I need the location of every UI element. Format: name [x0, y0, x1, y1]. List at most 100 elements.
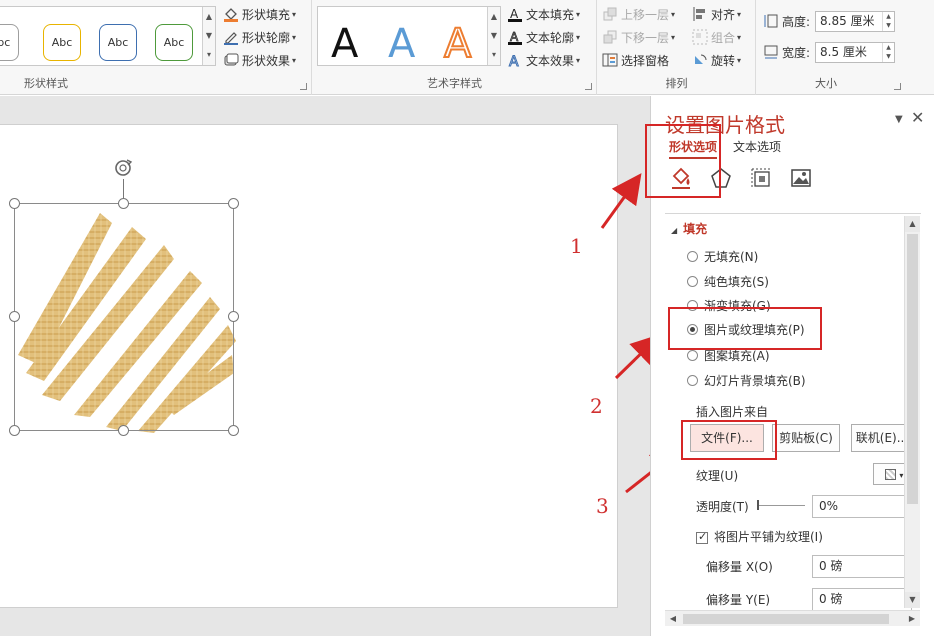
scroll-thumb[interactable] [907, 234, 918, 504]
transparency-input[interactable]: 0% [812, 495, 912, 518]
close-icon[interactable]: ✕ [911, 108, 924, 127]
selection-frame[interactable] [14, 203, 234, 431]
width-value: 8.5 厘米 [820, 45, 867, 59]
gallery-scrollbar[interactable]: ▲ ▼ ▾ [487, 7, 500, 65]
gallery-up-icon[interactable]: ▲ [488, 7, 500, 26]
shape-style-sample[interactable]: Abc [43, 24, 81, 61]
dialog-launcher-icon[interactable] [585, 83, 592, 90]
resize-handle-e[interactable] [228, 311, 239, 322]
size-properties-icon[interactable] [749, 166, 773, 190]
radio-slide-background-fill[interactable]: 幻灯片背景填充(B) [687, 371, 806, 389]
highlight-box-picture-fill [668, 307, 822, 350]
width-spinner[interactable]: ▲ ▼ [882, 43, 894, 62]
selection-pane-button[interactable]: 选择窗格 [602, 50, 669, 70]
clipboard-button[interactable]: 剪贴板(C) [772, 424, 840, 452]
wordart-sample[interactable]: A [331, 24, 358, 64]
group-icon [692, 29, 708, 45]
texture-label: 纹理(U) [696, 469, 739, 483]
annotation-number: 2 [590, 394, 603, 418]
shape-style-sample-label: Abc [107, 36, 129, 49]
chevron-down-icon: ▾ [292, 9, 297, 19]
svg-text:A: A [510, 7, 519, 21]
scroll-right-icon[interactable]: ▶ [904, 611, 920, 626]
rotate-handle-icon[interactable] [112, 157, 134, 179]
resize-handle-n[interactable] [118, 198, 129, 209]
resize-handle-ne[interactable] [228, 198, 239, 209]
height-control: 高度: [763, 11, 810, 31]
height-input[interactable]: 8.85 厘米 ▲ ▼ [815, 11, 895, 32]
chevron-down-icon: ▾ [737, 55, 742, 65]
resize-handle-se[interactable] [228, 425, 239, 436]
align-button[interactable]: 对齐 ▾ [692, 4, 741, 24]
bring-forward-button[interactable]: 上移一层 ▾ [602, 4, 675, 24]
slide-canvas[interactable] [0, 124, 618, 608]
gallery-scrollbar[interactable]: ▲ ▼ ▾ [202, 7, 215, 65]
gallery-more-icon[interactable]: ▾ [488, 45, 500, 64]
radio-button [687, 250, 698, 262]
shape-effects-button[interactable]: 形状效果 ▾ [223, 50, 296, 70]
wordart-sample[interactable]: A [388, 24, 415, 64]
radio-button [687, 349, 698, 361]
rotate-button[interactable]: 旋转 ▾ [692, 50, 741, 70]
resize-handle-sw[interactable] [9, 425, 20, 436]
texture-swatch-icon [884, 469, 896, 480]
transparency-slider[interactable] [757, 500, 805, 510]
picture-icon[interactable] [789, 166, 813, 190]
wordart-styles-group: A A A ▲ ▼ ▾ A 文本填充 ▾ A 文本轮廓 ▾ A 文本效果 ▾ 艺术字样… [313, 0, 597, 95]
pane-horizontal-scrollbar[interactable]: ◀ ▶ [665, 610, 920, 626]
dialog-launcher-icon[interactable] [894, 83, 901, 90]
bring-forward-icon [602, 6, 618, 22]
text-fill-button[interactable]: A 文本填充 ▾ [507, 4, 580, 24]
text-effects-button[interactable]: A 文本效果 ▾ [507, 50, 581, 70]
wordart-sample[interactable]: A [443, 23, 472, 65]
pane-options-chevron-icon[interactable]: ▼ [895, 114, 903, 125]
chevron-down-icon: ▾ [737, 9, 742, 19]
group-label: 组合 [711, 30, 736, 45]
shape-style-gallery: Abc Abc Abc Abc ▲ ▼ ▾ [0, 6, 216, 66]
shape-outline-button[interactable]: 形状轮廓 ▾ [223, 27, 296, 47]
resize-handle-w[interactable] [9, 311, 20, 322]
width-input[interactable]: 8.5 厘米 ▲ ▼ [815, 42, 895, 63]
section-header-fill[interactable]: ◢ 填充 [671, 220, 707, 237]
chevron-down-icon: ▾ [576, 9, 581, 19]
slide-workspace: 1 2 3 [0, 96, 650, 636]
ribbon: Abc Abc Abc Abc ▲ ▼ ▾ 形状填充▾ 形状轮廓▾ 形状效果▾ … [0, 0, 934, 95]
text-outline-button[interactable]: A 文本轮廓 ▾ [507, 27, 580, 47]
scroll-left-icon[interactable]: ◀ [665, 611, 681, 626]
send-backward-button[interactable]: 下移一层 ▾ [602, 27, 675, 47]
gallery-more-icon[interactable]: ▾ [203, 45, 215, 64]
resize-handle-nw[interactable] [9, 198, 20, 209]
pane-vertical-scrollbar[interactable]: ▲ ▼ [904, 216, 920, 608]
shape-style-sample-label: Abc [163, 36, 185, 49]
scroll-up-icon[interactable]: ▲ [905, 216, 920, 232]
resize-handle-s[interactable] [118, 425, 129, 436]
annotation-number: 1 [570, 234, 583, 258]
gallery-down-icon[interactable]: ▼ [203, 26, 215, 45]
height-spinner[interactable]: ▲ ▼ [882, 12, 894, 31]
radio-no-fill[interactable]: 无填充(N) [687, 247, 758, 265]
group-button[interactable]: 组合 ▾ [692, 27, 741, 47]
dialog-launcher-icon[interactable] [300, 83, 307, 90]
scroll-thumb[interactable] [683, 614, 889, 624]
gallery-down-icon[interactable]: ▼ [488, 26, 500, 45]
text-outline-icon: A [507, 29, 523, 45]
tile-picture-checkbox[interactable]: 将图片平铺为纹理(I) [696, 528, 823, 545]
scroll-down-icon[interactable]: ▼ [905, 592, 920, 608]
gallery-up-icon[interactable]: ▲ [203, 7, 215, 26]
collapse-triangle-icon: ◢ [671, 226, 678, 235]
shape-style-sample[interactable]: Abc [99, 24, 137, 61]
width-control: 宽度: [763, 42, 810, 62]
chevron-down-icon: ▾ [671, 32, 676, 42]
tab-text-options[interactable]: 文本选项 [733, 138, 781, 159]
radio-button [687, 275, 698, 287]
insert-picture-from-label: 插入图片来自 [696, 405, 769, 419]
shape-style-sample[interactable]: Abc [0, 24, 19, 61]
shape-fill-button[interactable]: 形状填充 ▾ [223, 4, 296, 24]
bring-forward-label: 上移一层 [621, 7, 670, 22]
offset-y-input[interactable]: 0 磅 [812, 588, 912, 611]
radio-solid-fill[interactable]: 纯色填充(S) [687, 272, 769, 290]
offset-x-input[interactable]: 0 磅 [812, 555, 912, 578]
shape-style-sample[interactable]: Abc [155, 24, 193, 61]
height-icon [763, 13, 779, 29]
slider-thumb[interactable] [757, 500, 759, 510]
